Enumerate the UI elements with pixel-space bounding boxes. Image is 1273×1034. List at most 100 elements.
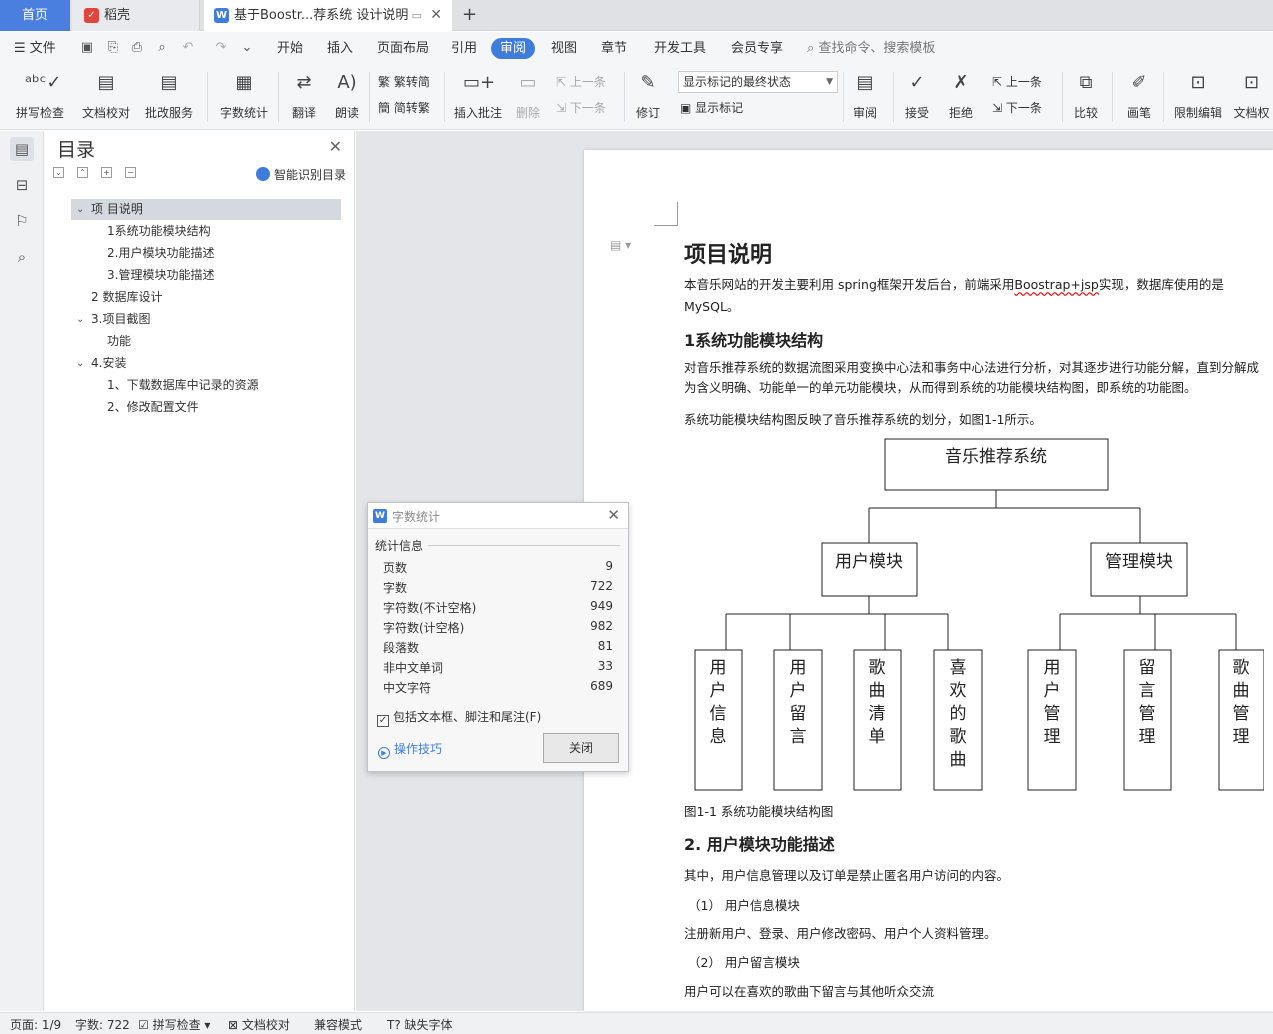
show-markup-button[interactable]: ▣ 显示标记 [680,97,743,119]
missing-font-button[interactable]: T? 缺失字体 [387,1016,453,1033]
word-count-indicator[interactable]: 字数: 722 [75,1016,130,1033]
delete-comment-button[interactable]: ▭ 删除 [510,68,546,121]
toc-item[interactable]: ⌄ 项 目说明 [71,199,341,220]
next-comment-button[interactable]: ⇲ 下一条 [556,97,606,119]
reject-button[interactable]: ✗ 拒绝 [944,68,978,121]
next-comment-label: 下一条 [569,101,606,115]
spell-check-icon: ᵃᵇᶜ✓ [25,72,62,93]
prev-comment-button[interactable]: ⇱ 上一条 [556,71,606,93]
include-textbox-checkbox[interactable]: ✓ 包括文本框、脚注和尾注(F) [377,708,541,727]
expand-up-icon[interactable]: ⌃ [77,167,88,178]
toc-item[interactable]: 功能 [71,331,341,352]
toc-item[interactable]: 3.管理模块功能描述 [71,265,341,286]
menu-developer[interactable]: 开发工具 [654,38,706,59]
bookmark-icon[interactable]: ⚐ [10,209,34,233]
save-icon[interactable]: ▣ [80,41,94,55]
close-tab-icon[interactable]: ✕ [430,0,442,31]
toc-item-label: 4.安装 [91,356,127,370]
page-indicator[interactable]: 页面: 1/9 [10,1016,61,1033]
smart-toc-button[interactable]: 智能识别目录 [255,166,346,183]
file-menu[interactable]: ☰ 文件 [14,38,56,59]
print-preview-icon[interactable]: ⌕ [155,41,169,55]
tab-daoke[interactable]: ✓ 稻壳 [72,0,200,31]
next-change-button[interactable]: ⇲ 下一条 [992,97,1042,119]
toc-item[interactable]: ⌄ 4.安装 [71,353,341,374]
toc-item[interactable]: 2 数据库设计 [71,287,341,308]
menu-layout[interactable]: 页面布局 [377,38,429,59]
intro-text-a: 本音乐网站的开发主要利用 spring框架开发后台，前端采用 [684,277,1015,292]
simp-to-trad-button[interactable]: 簡 简转繁 [378,97,430,119]
proofread-label: 文档校对 [81,106,130,120]
divider [444,72,445,122]
trad-to-simp-button[interactable]: 繁 繁转简 [378,71,430,93]
add-heading-icon[interactable]: + [101,167,112,178]
stat-row: 非中文单词 33 [383,659,613,676]
status-proofread[interactable]: ⊠ 文档校对 [228,1016,290,1033]
print-icon[interactable]: ⎙ [130,41,144,55]
chevron-down-icon: ⌄ [76,358,85,369]
prev-comment-icon: ⇱ [556,75,570,89]
pen-button[interactable]: ✐ 画笔 [1122,68,1156,121]
toc-panel-icon[interactable]: ▤ [10,137,34,161]
divider [1112,72,1113,122]
toc-item-label: 1、下载数据库中记录的资源 [107,378,259,392]
read-aloud-icon: A) [337,72,357,93]
menu-chapter[interactable]: 章节 [601,38,627,59]
simp-to-trad-label: 简转繁 [393,101,430,115]
restrict-edit-button[interactable]: ⊡ 限制编辑 [1172,68,1224,121]
toc-item[interactable]: 2.用户模块功能描述 [71,243,341,264]
status-spell-check[interactable]: ☑ 拼写检查 ▾ [138,1016,210,1033]
prev-change-button[interactable]: ⇱ 上一条 [992,71,1042,93]
play-icon: ▶ [378,747,390,759]
markup-state-select[interactable]: 显示标记的最终状态 ▼ [678,71,838,93]
undo-icon[interactable]: ↶ [181,41,195,55]
stat-row: 字符数(不计空格) 949 [383,599,613,616]
menu-view[interactable]: 视图 [551,38,577,59]
menu-reference[interactable]: 引用 [451,38,477,59]
pen-icon: ✐ [1131,72,1147,93]
toc-item[interactable]: 1、下载数据库中记录的资源 [71,375,341,396]
review-pane-button[interactable]: ▤ 审阅 [848,68,882,121]
close-icon[interactable]: ✕ [607,506,620,524]
compare-button[interactable]: ⧉ 比较 [1068,68,1104,121]
more-chevron-icon[interactable]: ⌄ [240,41,254,55]
pin-icon[interactable]: ▭ [412,0,422,31]
close-button[interactable]: 关闭 [543,733,619,763]
redo-icon[interactable]: ↷ [214,41,228,55]
spell-check-button[interactable]: ᵃᵇᶜ✓ 拼写检查 [10,68,70,121]
document-page[interactable]: ▤ ▾ 项目说明 本音乐网站的开发主要利用 spring框架开发后台，前端采用B… [584,150,1273,1011]
module-structure-diagram: 音乐推荐系统 用户模块 管理模块 用户信息 用户留言 歌曲清单 喜欢的歌曲 用户管理 留言… [694,438,1264,791]
review-service-button[interactable]: ▤ 批改服务 [138,68,200,121]
leaf-label: 用户信息 [710,658,727,747]
command-search[interactable]: ⌕ 查找命令、搜索模板 [807,38,935,59]
chapter-nav-icon[interactable]: ⊟ [10,173,34,197]
proofread-button[interactable]: ▤ 文档校对 [78,68,134,121]
toc-item[interactable]: ⌄ 3.项目截图 [71,309,341,330]
menu-insert[interactable]: 插入 [327,38,353,59]
word-count-icon: ▦ [235,72,253,93]
new-tab-button[interactable]: + [462,0,477,30]
menu-start[interactable]: 开始 [277,38,303,59]
doc-permission-button[interactable]: ⊡ 文档权 [1230,68,1273,121]
collapse-all-icon[interactable]: ⌄ [53,167,64,178]
toc-item[interactable]: 1系统功能模块结构 [71,221,341,242]
export-icon[interactable]: ⎘ [106,41,120,55]
search-icon[interactable]: ⌕ [10,245,34,269]
track-changes-button[interactable]: ✎ 修订 [630,68,666,121]
word-count-button[interactable]: ▦ 字数统计 [216,68,272,121]
toc-item[interactable]: 2、修改配置文件 [71,397,341,418]
search-icon: ⌕ [807,41,819,56]
insert-comment-button[interactable]: ▭+ 插入批注 [452,68,504,121]
accept-button[interactable]: ✓ 接受 [900,68,934,121]
tab-document[interactable]: W 基于Boostr...荐系统 设计说明 ▭ ✕ [204,0,452,31]
menu-review[interactable]: 审阅 [491,38,536,59]
close-icon[interactable]: ✕ [329,137,342,156]
dialog-title-bar[interactable]: W 字数统计 ✕ [368,503,628,529]
read-aloud-button[interactable]: A) 朗读 [330,68,364,121]
paragraph-menu-icon[interactable]: ▤ ▾ [610,238,631,252]
remove-heading-icon[interactable]: − [125,167,136,178]
menu-member[interactable]: 会员专享 [731,38,783,59]
tips-link[interactable]: ▶ 操作技巧 [378,740,442,759]
translate-button[interactable]: ⇄ 翻译 [284,68,324,121]
tab-home[interactable]: 首页 [0,0,70,31]
